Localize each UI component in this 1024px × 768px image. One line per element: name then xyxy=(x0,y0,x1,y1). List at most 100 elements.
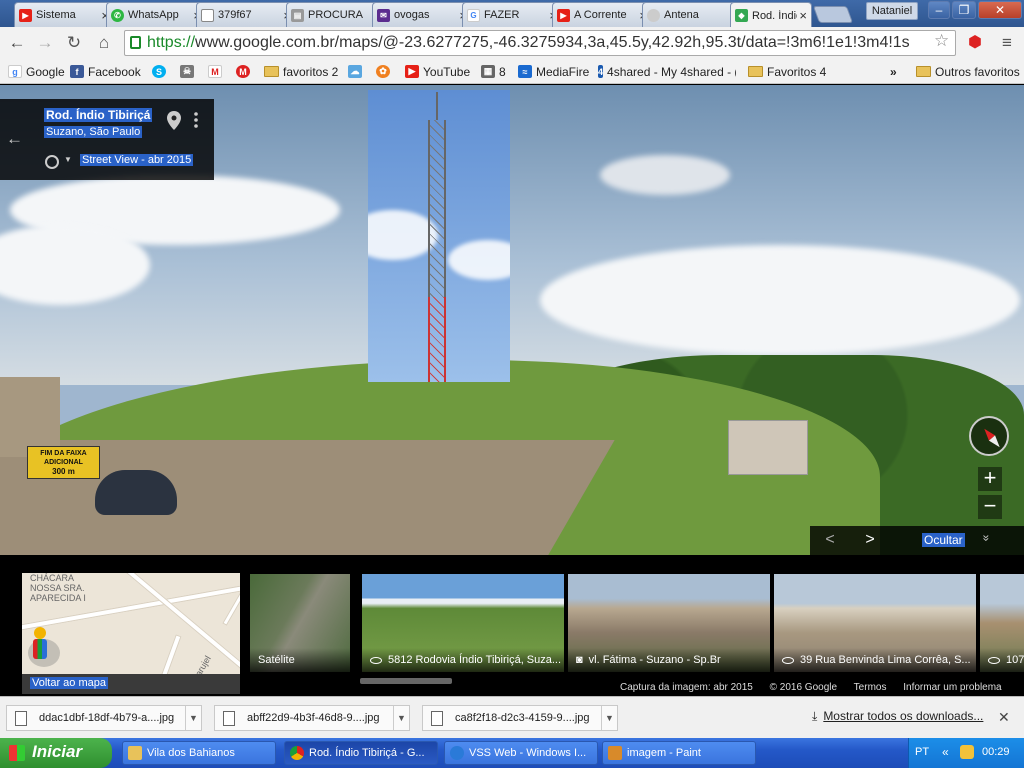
compass-south xyxy=(988,435,1003,450)
lock-icon xyxy=(130,36,141,49)
tab-fazer[interactable]: GFAZER× xyxy=(462,2,562,27)
tab-a-corrente[interactable]: ▶A Corrente× xyxy=(552,2,652,27)
window-close-button[interactable]: ✕ xyxy=(978,1,1022,19)
download-item[interactable]: ca8f2f18-d2c3-4159-9....jpg ▼ xyxy=(422,705,618,731)
photo-thumbnail[interactable]: 39 Rua Benvinda Lima Corrêa, S... xyxy=(774,574,976,672)
download-item[interactable]: abff22d9-4b3f-46d8-9....jpg ▼ xyxy=(214,705,410,731)
close-icon[interactable]: × xyxy=(799,8,807,23)
pin-icon[interactable] xyxy=(167,111,181,130)
map-road xyxy=(222,573,240,626)
chevron-down-icon[interactable]: » xyxy=(979,535,993,542)
tab-ovogas[interactable]: ✉ovogas× xyxy=(372,2,472,27)
tab-procura[interactable]: ▤PROCURA× xyxy=(286,2,386,27)
thumbnail-label-text: 107 xyxy=(1006,654,1024,666)
bookmark-youtube[interactable]: ▶ YouTube xyxy=(405,63,470,80)
back-arrow-icon[interactable]: ← xyxy=(6,129,23,149)
bookmark-outros-favoritos[interactable]: Outros favoritos xyxy=(916,63,1020,80)
chevron-left-icon[interactable]: « xyxy=(942,745,949,759)
tab-label: PROCURA xyxy=(308,9,364,21)
thumbnail-label: 39 Rua Benvinda Lima Corrêa, S... xyxy=(774,648,976,672)
hide-button[interactable]: Ocultar xyxy=(922,533,965,547)
bookmark-skull[interactable]: ☠ xyxy=(180,63,198,80)
tab-label: Sistema xyxy=(36,9,76,21)
zoom-in-button[interactable]: + xyxy=(978,467,1002,491)
strip-scrollbar[interactable] xyxy=(360,678,452,684)
taskbar-item-ie[interactable]: VSS Web - Windows I... xyxy=(444,741,598,765)
chevron-down-icon[interactable]: ▼ xyxy=(393,706,409,730)
adblock-icon[interactable]: ⬢ xyxy=(964,32,986,54)
language-indicator[interactable]: PT xyxy=(915,746,929,758)
new-tab-button[interactable] xyxy=(812,6,854,23)
taskbar-item-folder[interactable]: Vila dos Bahianos xyxy=(122,741,276,765)
bookmark-8[interactable]: ▦ 8 xyxy=(481,63,506,80)
bookmark-gmail[interactable]: M xyxy=(208,63,226,80)
address-bar[interactable]: https://www.google.com.br/maps/@-23.6277… xyxy=(124,30,956,56)
road-sign-line: ADICIONAL xyxy=(44,459,83,466)
google-icon: g xyxy=(8,65,22,78)
back-to-map-button[interactable]: Voltar ao mapa xyxy=(22,674,240,694)
chevron-down-icon[interactable]: ▼ xyxy=(185,706,201,730)
map-label: CHÁCARA xyxy=(30,573,75,583)
download-filename: abff22d9-4b3f-46d8-9....jpg xyxy=(247,712,380,724)
mail-icon: ✉ xyxy=(377,8,390,22)
report-problem-link[interactable]: Informar um problema xyxy=(903,682,1001,693)
star-icon[interactable]: ☆ xyxy=(934,31,949,51)
tab-document[interactable]: 379f67× xyxy=(196,2,296,27)
menu-icon[interactable]: ≡ xyxy=(996,32,1018,54)
bookmarks-overflow-button[interactable]: » xyxy=(890,63,897,80)
photo-thumbnail[interactable]: 5812 Rodovia Índio Tibiriçá, Suza... xyxy=(362,574,564,672)
downloads-bar: ddac1dbf-18df-4b79-a....jpg ▼ abff22d9-4b… xyxy=(0,696,1024,738)
bookmarks-bar: g Google f Facebook S ☠ M M favoritos 2 ☁ … xyxy=(0,59,1024,84)
close-downloads-button[interactable]: ✕ xyxy=(998,709,1010,726)
tab-maps-active[interactable]: ◆ Rod. Índio × xyxy=(730,2,812,28)
photo-thumbnail[interactable]: ◙ vl. Fátima - Suzano - Sp.Br xyxy=(568,574,770,672)
bookmark-favoritos-2[interactable]: favoritos 2 xyxy=(264,63,338,80)
back-button[interactable]: ← xyxy=(6,32,28,54)
chevron-down-icon[interactable]: ▼ xyxy=(64,155,72,164)
compass-icon[interactable] xyxy=(969,416,1009,456)
terms-link[interactable]: Termos xyxy=(854,682,887,693)
minimize-button[interactable]: – xyxy=(928,1,950,19)
bookmark-skype[interactable]: S xyxy=(152,63,170,80)
user-profile-button[interactable]: Nataniel xyxy=(866,2,918,20)
satellite-thumbnail[interactable]: Satélite xyxy=(250,574,350,672)
tab-whatsapp[interactable]: ✆WhatsApp× xyxy=(106,2,206,27)
bookmark-label: YouTube xyxy=(423,64,471,79)
skull-icon: ☠ xyxy=(180,65,194,78)
show-all-downloads-link[interactable]: ⤓ Mostrar todos os downloads... xyxy=(812,709,983,724)
street-view-date[interactable]: Street View - abr 2015 xyxy=(80,154,194,166)
location-info-card: ← Rod. Índio Tibiriçá Suzano, São Paulo … xyxy=(0,99,214,180)
nav-next-button[interactable]: > xyxy=(860,531,880,549)
bookmark-cloud[interactable]: ☁ xyxy=(348,63,366,80)
home-button[interactable]: ⌂ xyxy=(93,32,115,54)
restore-button[interactable]: ❐ xyxy=(952,1,976,19)
url-scheme: https:// xyxy=(147,34,196,51)
capture-date: Captura da imagem: abr 2015 xyxy=(620,682,753,693)
m-icon: M xyxy=(236,65,250,78)
bookmark-mediafire[interactable]: ≈ MediaFire xyxy=(518,63,589,80)
taskbar-item-paint[interactable]: imagem - Paint xyxy=(602,741,756,765)
bookmark-facebook[interactable]: f Facebook xyxy=(70,63,141,80)
pegman-icon xyxy=(34,627,46,639)
bookmark-favoritos-4[interactable]: Favoritos 4 xyxy=(748,63,826,80)
clock-icon[interactable] xyxy=(45,155,59,169)
taskbar-item-chrome[interactable]: Rod. Índio Tibiriçá - G... xyxy=(284,741,438,765)
tab-sistema[interactable]: ▶Sistema× xyxy=(14,2,114,27)
photo-thumbnail[interactable]: 107 xyxy=(980,574,1024,672)
zoom-out-button[interactable]: − xyxy=(978,495,1002,519)
forward-button[interactable]: → xyxy=(34,32,56,54)
reload-button[interactable]: ↻ xyxy=(63,32,85,54)
tray-app-icon[interactable] xyxy=(960,745,974,759)
bookmark-m[interactable]: M xyxy=(236,63,254,80)
bookmark-4shared[interactable]: 4 4shared - My 4shared - ( xyxy=(598,63,736,80)
bookmark-google[interactable]: g Google xyxy=(8,63,65,80)
bookmark-flower[interactable]: ✿ xyxy=(376,63,394,80)
tab-antena[interactable]: Antena× xyxy=(642,2,742,27)
download-filename: ddac1dbf-18df-4b79-a....jpg xyxy=(39,712,175,724)
download-item[interactable]: ddac1dbf-18df-4b79-a....jpg ▼ xyxy=(6,705,202,731)
nav-prev-button[interactable]: < xyxy=(820,531,840,549)
tab-label: Antena xyxy=(664,9,699,21)
chevron-down-icon[interactable]: ▼ xyxy=(601,706,617,730)
more-options-icon[interactable] xyxy=(194,112,198,128)
start-button[interactable]: Iniciar xyxy=(0,738,112,768)
